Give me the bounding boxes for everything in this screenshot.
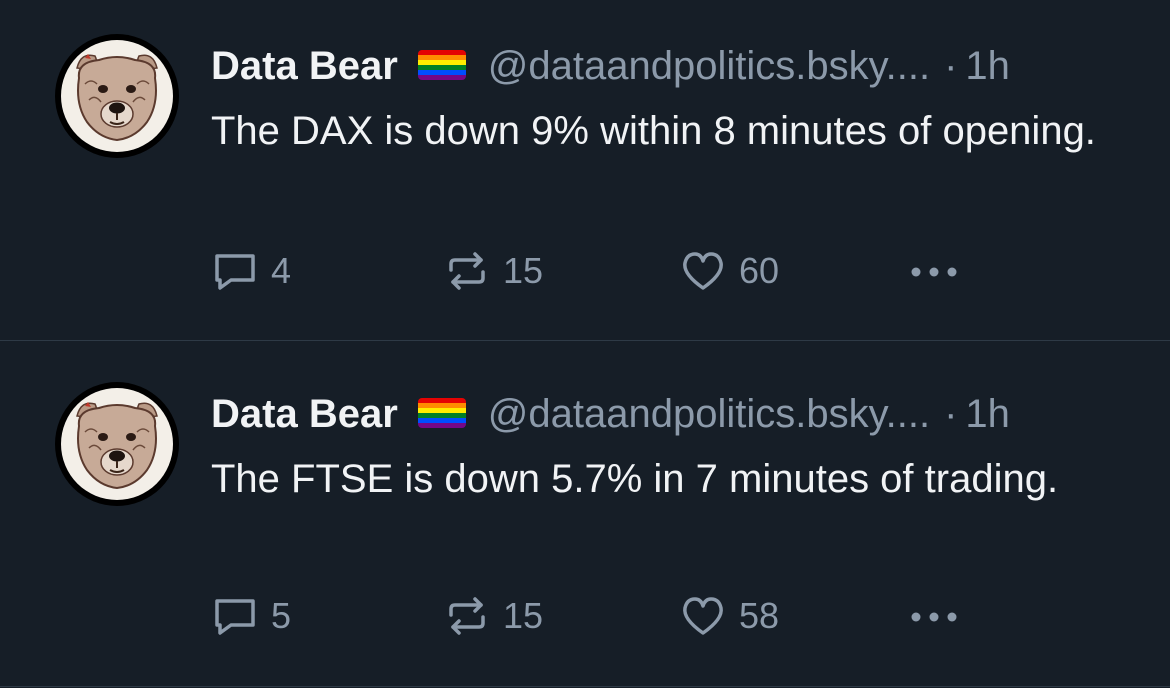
post-text: The FTSE is down 5.7% in 7 minutes of tr… xyxy=(211,457,1059,501)
post-actions: 4 15 60 xyxy=(211,246,971,296)
like-count: 58 xyxy=(739,595,780,636)
avatar[interactable] xyxy=(55,34,179,158)
post-time[interactable]: 1h xyxy=(965,36,1010,96)
reply-icon xyxy=(211,595,259,637)
heart-icon xyxy=(679,250,727,292)
reply-button[interactable]: 4 xyxy=(211,246,291,296)
post-content: Data Bear @dataandpolitics.bsky.... · 1h… xyxy=(211,384,1131,508)
like-count: 60 xyxy=(739,250,780,291)
author-handle[interactable]: @dataandpolitics.bsky.... xyxy=(488,384,930,444)
author-name[interactable]: Data Bear xyxy=(211,36,398,96)
post-actions: 5 15 58 xyxy=(211,591,971,641)
repost-button[interactable]: 15 xyxy=(443,246,543,296)
more-icon xyxy=(906,607,962,627)
repost-count: 15 xyxy=(503,250,544,291)
like-button[interactable]: 60 xyxy=(679,246,779,296)
post-content: Data Bear @dataandpolitics.bsky.... · 1h… xyxy=(211,36,1131,160)
bear-avatar-icon xyxy=(61,40,173,152)
bear-avatar-icon xyxy=(61,388,173,500)
repost-icon xyxy=(443,595,491,637)
reply-button[interactable]: 5 xyxy=(211,591,291,641)
rainbow-flag-icon xyxy=(417,50,466,80)
author-handle[interactable]: @dataandpolitics.bsky.... xyxy=(488,36,930,96)
more-options-button[interactable] xyxy=(906,591,962,641)
post-header: Data Bear @dataandpolitics.bsky.... · 1h xyxy=(211,36,1131,96)
heart-icon xyxy=(679,595,727,637)
post-time[interactable]: 1h xyxy=(965,384,1010,444)
post-feed: Data Bear @dataandpolitics.bsky.... · 1h… xyxy=(0,0,1170,688)
more-options-button[interactable] xyxy=(906,246,962,296)
post[interactable]: Data Bear @dataandpolitics.bsky.... · 1h… xyxy=(0,340,1170,687)
post[interactable]: Data Bear @dataandpolitics.bsky.... · 1h… xyxy=(0,0,1170,340)
like-button[interactable]: 58 xyxy=(679,591,779,641)
post-text: The DAX is down 9% within 8 minutes of o… xyxy=(211,109,1096,153)
repost-button[interactable]: 15 xyxy=(443,591,543,641)
post-header: Data Bear @dataandpolitics.bsky.... · 1h xyxy=(211,384,1131,444)
rainbow-flag-icon xyxy=(417,398,466,428)
reply-icon xyxy=(211,250,259,292)
repost-count: 15 xyxy=(503,595,544,636)
separator: · xyxy=(944,392,958,436)
reply-count: 4 xyxy=(271,250,292,291)
separator: · xyxy=(944,44,958,88)
reply-count: 5 xyxy=(271,595,292,636)
repost-icon xyxy=(443,250,491,292)
avatar[interactable] xyxy=(55,382,179,506)
more-icon xyxy=(906,262,962,282)
author-name[interactable]: Data Bear xyxy=(211,384,398,444)
